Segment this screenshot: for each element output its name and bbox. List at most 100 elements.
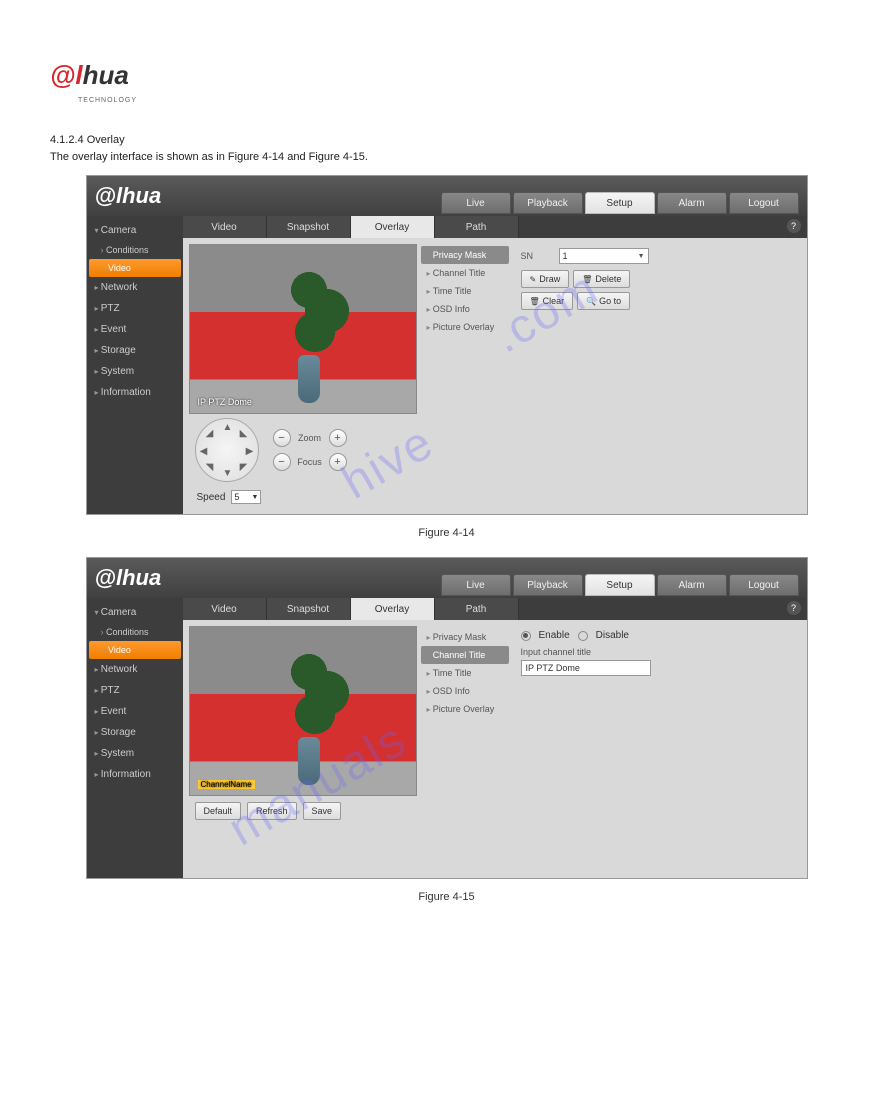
focus-out[interactable]: − — [273, 453, 291, 471]
top-tabs: Live Playback Setup Alarm Logout — [441, 192, 799, 214]
ptz-upleft[interactable]: ◢ — [204, 427, 216, 439]
sidebar-information[interactable]: Information — [87, 382, 183, 403]
subtab-snapshot-2[interactable]: Snapshot — [267, 598, 351, 620]
sidebar-conditions[interactable]: Conditions — [87, 241, 183, 259]
overlay-privacy-mask-2[interactable]: Privacy Mask — [421, 628, 509, 646]
ptz-downright[interactable]: ◤ — [238, 461, 250, 473]
ptz-downleft[interactable]: ◥ — [204, 461, 216, 473]
subtab-overlay[interactable]: Overlay — [351, 216, 435, 238]
goto-button[interactable]: 🔍Go to — [577, 292, 630, 310]
sidebar-conditions-2[interactable]: Conditions — [87, 623, 183, 641]
input-channel-label: Input channel title — [521, 647, 793, 657]
sidebar-event[interactable]: Event — [87, 319, 183, 340]
fig2-caption: Figure 4-15 — [50, 891, 843, 903]
focus-in[interactable]: + — [329, 453, 347, 471]
brand-at: @ — [50, 60, 75, 90]
enable-radio[interactable] — [521, 631, 531, 641]
top-tabs-2: Live Playback Setup Alarm Logout — [441, 574, 799, 596]
tab-live-2[interactable]: Live — [441, 574, 511, 596]
subtab-video[interactable]: Video — [183, 216, 267, 238]
sidebar-network[interactable]: Network — [87, 277, 183, 298]
disable-radio[interactable] — [578, 631, 588, 641]
help-icon-2[interactable]: ? — [787, 601, 801, 615]
form-area-2: Enable Disable Input channel title IP PT… — [513, 626, 801, 826]
video-preview: IP PTZ Dome — [189, 244, 417, 414]
sidebar-camera[interactable]: Camera — [87, 220, 183, 241]
subtab-path[interactable]: Path — [435, 216, 519, 238]
ptz-dpad: ▲ ▼ ◀ ▶ ◣ ◢ ◤ ◥ — [195, 418, 259, 482]
overlay-picture-overlay-2[interactable]: Picture Overlay — [421, 700, 509, 718]
overlay-time-title[interactable]: Time Title — [421, 282, 509, 300]
sidebar-network-2[interactable]: Network — [87, 659, 183, 680]
sn-dropdown[interactable]: 1 — [559, 248, 649, 264]
delete-button[interactable]: 🗑Delete — [573, 270, 630, 288]
pencil-icon: ✎ — [530, 275, 537, 284]
brand-logo: @lhua — [50, 60, 843, 91]
sidebar-information-2[interactable]: Information — [87, 764, 183, 785]
sidebar-video-2[interactable]: Video — [89, 641, 181, 659]
subtab-overlay-2[interactable]: Overlay — [351, 598, 435, 620]
sidebar-system-2[interactable]: System — [87, 743, 183, 764]
enable-label: Enable — [539, 630, 570, 641]
sidebar-event-2[interactable]: Event — [87, 701, 183, 722]
ptz-upright[interactable]: ◣ — [238, 427, 250, 439]
tab-logout[interactable]: Logout — [729, 192, 799, 214]
sidebar-video[interactable]: Video — [89, 259, 181, 277]
zoom-label: Zoom — [295, 433, 325, 443]
fig1-caption: Figure 4-14 — [50, 527, 843, 539]
ptz-down[interactable]: ▼ — [222, 467, 234, 479]
subtab-snapshot[interactable]: Snapshot — [267, 216, 351, 238]
speed-select[interactable]: 5 — [231, 490, 261, 504]
overlay-channel-title[interactable]: Channel Title — [421, 264, 509, 282]
overlay-list: Privacy Mask Channel Title Time Title OS… — [421, 244, 509, 508]
tab-logout-2[interactable]: Logout — [729, 574, 799, 596]
content-area-2: Video Snapshot Overlay Path ? ChannelNam… — [183, 598, 807, 878]
brand-hua: hua — [83, 60, 129, 90]
subtab-video-2[interactable]: Video — [183, 598, 267, 620]
panel-fig2: @lhua Live Playback Setup Alarm Logout C… — [86, 557, 808, 879]
sidebar: Camera Conditions Video Network PTZ Even… — [87, 216, 183, 514]
default-button[interactable]: Default — [195, 802, 242, 820]
brand-sub: TECHNOLOGY — [78, 97, 843, 104]
sidebar-storage[interactable]: Storage — [87, 340, 183, 361]
overlay-time-title-2[interactable]: Time Title — [421, 664, 509, 682]
ptz-right[interactable]: ▶ — [244, 445, 256, 457]
help-icon[interactable]: ? — [787, 219, 801, 233]
zoom-in[interactable]: + — [329, 429, 347, 447]
overlay-osd-info[interactable]: OSD Info — [421, 300, 509, 318]
subtab-path-2[interactable]: Path — [435, 598, 519, 620]
preview-channel-box[interactable]: ChannelName — [198, 780, 255, 789]
overlay-privacy-mask[interactable]: Privacy Mask — [421, 246, 509, 264]
panel-fig1: @lhua Live Playback Setup Alarm Logout C… — [86, 175, 808, 515]
preview-vase-2 — [298, 737, 320, 785]
trash-icon: 🗑 — [582, 275, 592, 284]
sub-tabs-2: Video Snapshot Overlay Path ? — [183, 598, 807, 620]
sidebar-system[interactable]: System — [87, 361, 183, 382]
tab-playback[interactable]: Playback — [513, 192, 583, 214]
sidebar-camera-2[interactable]: Camera — [87, 602, 183, 623]
tab-alarm[interactable]: Alarm — [657, 192, 727, 214]
tab-playback-2[interactable]: Playback — [513, 574, 583, 596]
overlay-channel-title-2[interactable]: Channel Title — [421, 646, 509, 664]
tab-setup[interactable]: Setup — [585, 192, 655, 214]
refresh-button[interactable]: Refresh — [247, 802, 297, 820]
clear-button[interactable]: 🗑Clear — [521, 292, 574, 310]
overlay-osd-info-2[interactable]: OSD Info — [421, 682, 509, 700]
overlay-picture-overlay[interactable]: Picture Overlay — [421, 318, 509, 336]
panel-logo: @lhua — [95, 183, 185, 209]
ptz-left[interactable]: ◀ — [198, 445, 210, 457]
tab-setup-2[interactable]: Setup — [585, 574, 655, 596]
intro-text: 4.1.2.4 Overlay The overlay interface is… — [50, 132, 843, 165]
sidebar-ptz[interactable]: PTZ — [87, 298, 183, 319]
ptz-up[interactable]: ▲ — [222, 421, 234, 433]
sn-label: SN — [521, 251, 551, 261]
sidebar-storage-2[interactable]: Storage — [87, 722, 183, 743]
save-button[interactable]: Save — [303, 802, 342, 820]
draw-button[interactable]: ✎Draw — [521, 270, 570, 288]
tab-alarm-2[interactable]: Alarm — [657, 574, 727, 596]
tab-live[interactable]: Live — [441, 192, 511, 214]
sidebar-ptz-2[interactable]: PTZ — [87, 680, 183, 701]
zoom-out[interactable]: − — [273, 429, 291, 447]
channel-title-input[interactable]: IP PTZ Dome — [521, 660, 651, 676]
sub-tabs: Video Snapshot Overlay Path ? — [183, 216, 807, 238]
